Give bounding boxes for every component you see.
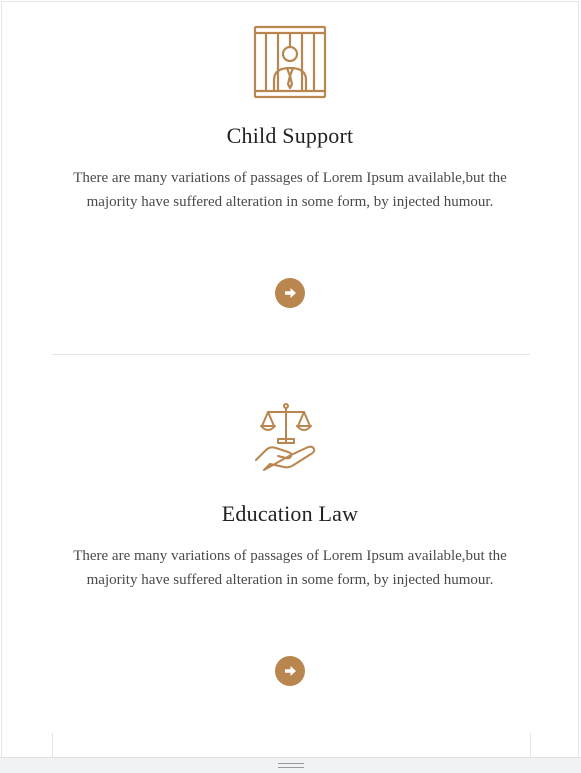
service-description: There are many variations of passages of… xyxy=(73,170,507,210)
service-card-education-law: Education Law There are many variations … xyxy=(2,380,578,686)
section-divider xyxy=(52,354,530,355)
arrow-right-circle-icon xyxy=(285,288,296,298)
service-icon-wrapper xyxy=(2,22,578,102)
resize-grip-icon[interactable] xyxy=(277,763,304,768)
service-title: Education Law xyxy=(221,501,359,526)
prisoner-behind-bars-icon xyxy=(253,25,327,99)
arrow-right-circle-icon xyxy=(285,666,296,676)
service-description: There are many variations of passages of… xyxy=(73,548,507,588)
read-more-button[interactable] xyxy=(275,656,305,686)
services-panel: Child Support There are many variations … xyxy=(1,1,579,772)
read-more-button[interactable] xyxy=(275,278,305,308)
service-title: Child Support xyxy=(226,123,354,148)
resize-handle-bar[interactable] xyxy=(0,757,581,773)
scales-in-hand-icon xyxy=(255,403,316,471)
service-card-child-support: Child Support There are many variations … xyxy=(2,2,578,308)
service-icon-wrapper xyxy=(2,400,578,480)
